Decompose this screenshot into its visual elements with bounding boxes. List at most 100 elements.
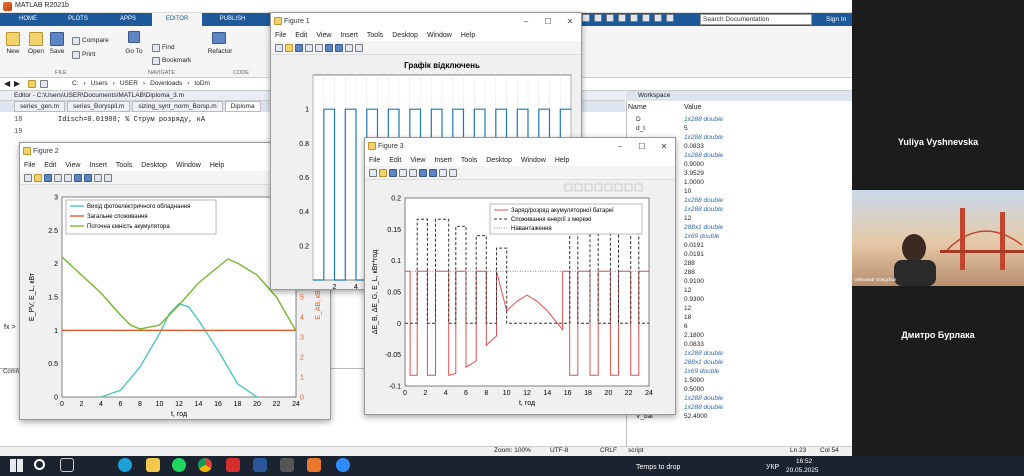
menu-item[interactable]: File (369, 157, 380, 164)
breadcrumb-item[interactable]: Users (91, 80, 108, 87)
tab-editor[interactable]: EDITOR (152, 13, 202, 26)
matlab-taskbar-icon[interactable] (307, 458, 321, 472)
spotify-icon[interactable] (172, 458, 186, 472)
command-prompt[interactable]: fx > (4, 324, 15, 331)
save-disk-icon[interactable] (50, 32, 64, 46)
menu-item[interactable]: File (275, 32, 286, 39)
search-icon[interactable] (34, 459, 45, 470)
breadcrumb-item[interactable]: Downloads (150, 80, 182, 87)
task-view-icon[interactable] (60, 458, 74, 472)
print-figure-icon[interactable] (54, 173, 62, 182)
print-figure-icon[interactable] (305, 43, 313, 52)
menu-item[interactable]: Edit (295, 32, 307, 39)
clock-time[interactable]: 16:52 (796, 458, 812, 465)
compare-icon[interactable] (72, 37, 80, 45)
legend-icon[interactable] (335, 43, 343, 52)
language-indicator[interactable]: УКР (766, 464, 779, 471)
editor-tab[interactable]: series_Boryspil.m (67, 101, 131, 112)
menu-item[interactable]: Tools (461, 157, 477, 164)
menu-item[interactable]: Help (555, 157, 569, 164)
link-icon[interactable] (64, 173, 72, 182)
open-file-icon[interactable] (285, 43, 293, 52)
compare-button[interactable]: Compare (82, 37, 109, 44)
save-figure-icon[interactable] (295, 43, 303, 52)
refactor-button[interactable]: Refactor (205, 48, 235, 55)
workspace-row[interactable]: d_t 5 (628, 124, 848, 133)
menu-item[interactable]: Tools (367, 32, 383, 39)
refactor-icon[interactable] (212, 32, 226, 44)
chrome-icon[interactable] (198, 458, 212, 472)
maximize-icon[interactable]: ☐ (631, 142, 653, 151)
close-icon[interactable]: ✕ (653, 142, 675, 151)
breadcrumb-item[interactable]: toDm (194, 80, 210, 87)
editor-tab[interactable]: Diploma (224, 101, 261, 112)
bookmark-button[interactable]: Bookmark (162, 57, 191, 64)
menu-item[interactable]: Edit (44, 162, 56, 169)
forward-arrow-icon[interactable]: ▶ (14, 79, 20, 88)
code-line[interactable]: Idisch=0.01908; % Струм розряду, кА (58, 116, 205, 124)
property-editor-icon[interactable] (104, 173, 112, 182)
link-icon[interactable] (315, 43, 323, 52)
cut-icon[interactable] (594, 14, 602, 22)
menu-item[interactable]: File (24, 162, 35, 169)
save-figure-icon[interactable] (389, 168, 397, 177)
new-icon[interactable] (6, 32, 20, 46)
sign-in-link[interactable]: Sign In (826, 16, 846, 23)
paste-icon[interactable] (618, 14, 626, 22)
save-figure-icon[interactable] (44, 173, 52, 182)
print-figure-icon[interactable] (399, 168, 407, 177)
file-explorer-icon[interactable] (146, 458, 160, 472)
undo-icon[interactable] (630, 14, 638, 22)
menu-item[interactable]: View (410, 157, 425, 164)
folder-icon[interactable] (28, 80, 36, 88)
open-button[interactable]: Open (24, 48, 48, 55)
bookmark-icon[interactable] (152, 57, 160, 65)
menu-item[interactable]: Window (427, 32, 452, 39)
legend-icon[interactable] (84, 173, 92, 182)
zoom-icon[interactable] (336, 458, 350, 472)
editor-tab[interactable]: series_gen.m (14, 101, 66, 112)
figure-3-window[interactable]: Figure 3 – ☐ ✕ File Edit View Insert Tools Desk… (364, 137, 676, 415)
switch-window-icon[interactable] (654, 14, 662, 22)
editor-tab[interactable]: sizing_synt_norm_Borsp.m (132, 101, 223, 112)
goto-button[interactable]: Go To (122, 48, 146, 55)
back-arrow-icon[interactable]: ◀ (4, 79, 10, 88)
print-button[interactable]: Print (82, 51, 95, 58)
find-icon[interactable] (152, 44, 160, 52)
tab-home[interactable]: HOME (8, 13, 48, 26)
new-figure-icon[interactable] (275, 43, 283, 52)
new-button[interactable]: New (2, 48, 24, 55)
menu-item[interactable]: Help (461, 32, 475, 39)
menu-item[interactable]: Insert (434, 157, 452, 164)
clock-date[interactable]: 20.05.2025 (786, 467, 819, 474)
open-folder-icon[interactable] (29, 32, 43, 46)
minimize-icon[interactable]: – (515, 17, 537, 26)
new-figure-icon[interactable] (369, 168, 377, 177)
menu-item[interactable]: Desktop (141, 162, 167, 169)
breadcrumb-item[interactable]: USER (120, 80, 138, 87)
breadcrumb-item[interactable]: C: (72, 80, 79, 87)
search-input[interactable]: Search Documentation (703, 16, 769, 23)
windows-start-icon[interactable] (10, 459, 23, 472)
edge-icon[interactable] (118, 458, 132, 472)
menu-item[interactable]: View (65, 162, 80, 169)
tab-plots[interactable]: PLOTS (58, 13, 98, 26)
minimize-icon[interactable]: – (609, 142, 631, 151)
menu-item[interactable]: Window (521, 157, 546, 164)
up-folder-icon[interactable] (40, 80, 48, 88)
find-button[interactable]: Find (162, 44, 175, 51)
menu-item[interactable]: Insert (340, 32, 358, 39)
goto-icon[interactable] (128, 31, 140, 43)
workspace-row[interactable]: D 1x288 double (628, 115, 848, 124)
weather-status[interactable]: Temps to drop (636, 464, 680, 471)
colorbar-icon[interactable] (419, 168, 427, 177)
acrobat-icon[interactable] (226, 458, 240, 472)
menu-item[interactable]: Tools (116, 162, 132, 169)
menu-item[interactable]: Window (176, 162, 201, 169)
figure-3-chart[interactable]: 0 2 4 6 8 10 12 14 16 18 20 22 24-0.1-0.0500.050.10.… (365, 180, 675, 414)
print-icon[interactable] (72, 51, 80, 59)
workspace-col-name[interactable]: Name (628, 104, 647, 111)
colorbar-icon[interactable] (74, 173, 82, 182)
copy-icon[interactable] (606, 14, 614, 22)
menu-item[interactable]: Edit (389, 157, 401, 164)
